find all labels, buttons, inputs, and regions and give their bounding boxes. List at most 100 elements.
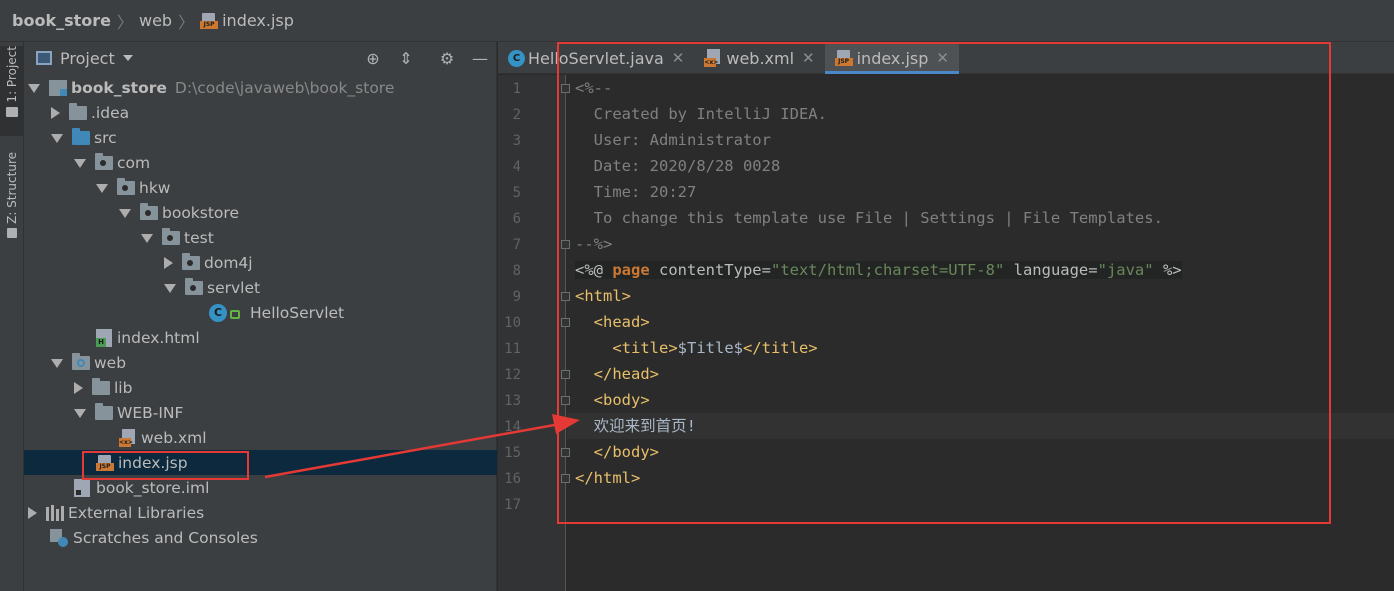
- tree-item-label: src: [94, 128, 117, 147]
- line-number: 16: [504, 471, 521, 487]
- tab-project-tool-window[interactable]: 1: Project: [0, 46, 24, 136]
- collapse-arrow-icon[interactable]: [51, 134, 63, 143]
- tree-item-label: web: [94, 353, 127, 372]
- tree-item-label: book_store: [71, 78, 167, 97]
- tab-index-jsp[interactable]: JSP index.jsp ✕: [824, 42, 960, 74]
- breadcrumb-file[interactable]: JSP index.jsp: [200, 11, 294, 30]
- minimize-icon[interactable]: —: [470, 48, 490, 68]
- tree-item-hkw[interactable]: hkw: [24, 175, 497, 200]
- web-folder-icon: [72, 352, 90, 370]
- editor-tab-bar: C HelloServlet.java ✕ <x> web.xml ✕ JSP …: [498, 42, 1394, 74]
- structure-icon: [7, 227, 17, 238]
- project-panel-header: Project ⊕ ⇕ ⚙ —: [24, 42, 496, 74]
- xml-file-icon: <x>: [704, 49, 722, 67]
- line-number: 4: [512, 159, 521, 175]
- code-line-current: 欢迎来到首页!: [567, 413, 1394, 439]
- tree-item-servlet[interactable]: servlet: [24, 275, 497, 300]
- tree-item-test[interactable]: test: [24, 225, 497, 250]
- line-number: 1: [512, 81, 521, 97]
- tree-item-index-html[interactable]: H index.html: [24, 325, 497, 350]
- tree-item-bookstore[interactable]: bookstore: [24, 200, 497, 225]
- tree-item-book-store-iml[interactable]: book_store.iml: [24, 475, 497, 500]
- line-number: 6: [512, 211, 521, 227]
- breadcrumb-separator: 〉: [116, 12, 133, 32]
- gear-icon[interactable]: ⚙: [437, 48, 457, 68]
- package-icon: [95, 152, 113, 170]
- structure-tool-window-label: Z: Structure: [5, 152, 19, 224]
- tree-item-label: index.html: [117, 328, 200, 347]
- close-icon[interactable]: ✕: [936, 49, 949, 67]
- package-icon: [140, 202, 158, 220]
- collapse-arrow-icon[interactable]: [74, 409, 86, 418]
- tree-item-label: test: [184, 228, 214, 247]
- expand-arrow-icon[interactable]: [74, 381, 83, 394]
- tree-item-label: dom4j: [204, 253, 253, 272]
- collapse-arrow-icon[interactable]: [119, 209, 131, 218]
- collapse-all-icon[interactable]: ⇕: [396, 48, 416, 68]
- tab-label: HelloServlet.java: [528, 48, 664, 68]
- locate-file-icon[interactable]: ⊕: [363, 48, 383, 68]
- package-icon: [185, 277, 203, 295]
- breadcrumb-folder[interactable]: web: [139, 11, 172, 30]
- tree-item-label: WEB-INF: [117, 403, 184, 422]
- line-number: 8: [512, 263, 521, 279]
- close-icon[interactable]: ✕: [802, 49, 815, 67]
- tree-item-label: web.xml: [141, 428, 207, 447]
- package-icon: [182, 252, 200, 270]
- expand-arrow-icon[interactable]: [28, 506, 37, 519]
- tree-item-helloservlet[interactable]: C HelloServlet: [24, 300, 497, 325]
- tab-helloservlet-java[interactable]: C HelloServlet.java ✕: [498, 42, 694, 74]
- code-line: </html>: [575, 469, 641, 487]
- breadcrumb-project[interactable]: book_store: [12, 11, 111, 30]
- tree-item-index-jsp[interactable]: JSP index.jsp: [24, 450, 497, 475]
- tree-item-label: Scratches and Consoles: [73, 528, 258, 547]
- tab-structure-tool-window[interactable]: Z: Structure: [0, 152, 24, 252]
- iml-file-icon: [74, 478, 90, 497]
- tree-item-web-xml[interactable]: <x> web.xml: [24, 425, 497, 450]
- line-number: 14: [504, 419, 521, 435]
- tab-label: index.jsp: [856, 48, 929, 68]
- tab-web-xml[interactable]: <x> web.xml ✕: [694, 42, 824, 74]
- collapse-arrow-icon[interactable]: [51, 359, 63, 368]
- html-file-icon: H: [96, 328, 112, 347]
- tree-item-web-inf[interactable]: WEB-INF: [24, 400, 497, 425]
- tree-item-dom4j[interactable]: dom4j: [24, 250, 497, 275]
- tree-item-path: D:\code\javaweb\book_store: [174, 78, 395, 97]
- code-area[interactable]: <%-- Created by IntelliJ IDEA. User: Adm…: [567, 75, 1394, 591]
- code-line: <%--: [575, 79, 613, 97]
- tree-item-idea[interactable]: .idea: [24, 100, 497, 125]
- line-number: 7: [512, 237, 521, 253]
- code-line: Time: 20:27: [575, 183, 697, 201]
- chevron-down-icon[interactable]: [122, 55, 133, 61]
- xml-file-icon: <x>: [119, 428, 137, 447]
- tree-item-lib[interactable]: lib: [24, 375, 497, 400]
- collapse-arrow-icon[interactable]: [96, 184, 108, 193]
- collapse-arrow-icon[interactable]: [28, 84, 40, 93]
- code-line: User: Administrator: [575, 131, 771, 149]
- tree-item-book-store[interactable]: book_store D:\code\javaweb\book_store: [24, 75, 497, 100]
- tree-item-external-libraries[interactable]: External Libraries: [24, 500, 497, 525]
- breadcrumb-file-label: index.jsp: [222, 11, 294, 30]
- expand-arrow-icon[interactable]: [51, 106, 60, 119]
- editor-gutter: 1 2 3 4 5 6 7 8 9 10 11 12 13 14 15 16 1…: [498, 75, 570, 591]
- breadcrumb-separator: 〉: [178, 12, 195, 32]
- close-icon[interactable]: ✕: [672, 49, 685, 67]
- line-number: 12: [504, 367, 521, 383]
- tree-item-label: index.jsp: [118, 453, 188, 472]
- project-view-selector[interactable]: Project: [60, 49, 115, 68]
- collapse-arrow-icon[interactable]: [74, 159, 86, 168]
- code-line: <body>: [575, 391, 650, 409]
- line-number: 11: [504, 341, 521, 357]
- tree-item-scratches[interactable]: Scratches and Consoles: [24, 525, 497, 550]
- package-icon: [162, 227, 180, 245]
- folder-icon: [6, 106, 18, 117]
- tree-item-com[interactable]: com: [24, 150, 497, 175]
- code-line: --%>: [575, 235, 613, 253]
- collapse-arrow-icon[interactable]: [164, 284, 176, 293]
- line-number: 2: [512, 107, 521, 123]
- tree-item-src[interactable]: src: [24, 125, 497, 150]
- lock-icon: [230, 310, 240, 319]
- collapse-arrow-icon[interactable]: [141, 234, 153, 243]
- expand-arrow-icon[interactable]: [164, 256, 173, 269]
- tree-item-web[interactable]: web: [24, 350, 497, 375]
